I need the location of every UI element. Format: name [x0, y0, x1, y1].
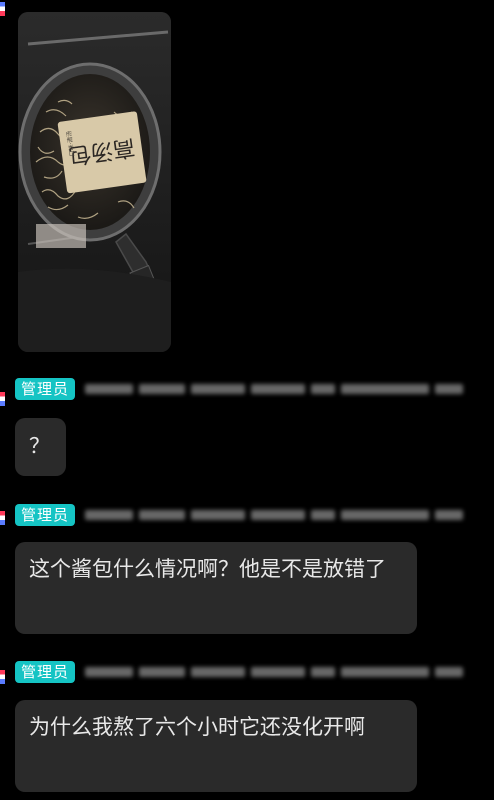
edge-marker — [0, 511, 5, 525]
message-header: 管理员 — [15, 661, 464, 683]
message-bubble[interactable]: 这个酱包什么情况啊？他是不是放错了 — [15, 542, 417, 634]
message-bubble[interactable]: ？ — [15, 418, 66, 476]
edge-marker — [0, 670, 5, 684]
blurred-username — [85, 665, 464, 679]
message-text: ？ — [29, 434, 50, 458]
blurred-username — [85, 382, 464, 396]
message-header: 管理员 — [15, 378, 464, 400]
image-message[interactable]: 高汤包 口味·清汤 — [18, 12, 171, 352]
message-text: 为什么我熬了六个小时它还没化开啊 — [29, 715, 365, 739]
message-bubble[interactable]: 为什么我熬了六个小时它还没化开啊 — [15, 700, 417, 792]
admin-badge: 管理员 — [15, 378, 76, 400]
admin-badge: 管理员 — [15, 661, 76, 683]
admin-badge: 管理员 — [15, 504, 76, 526]
message-text: 这个酱包什么情况啊？他是不是放错了 — [29, 557, 386, 581]
blurred-username — [85, 508, 464, 522]
message-header: 管理员 — [15, 504, 464, 526]
edge-marker — [0, 2, 5, 16]
edge-marker — [0, 392, 5, 406]
noodle-pot-photo: 高汤包 口味·清汤 — [18, 12, 171, 352]
